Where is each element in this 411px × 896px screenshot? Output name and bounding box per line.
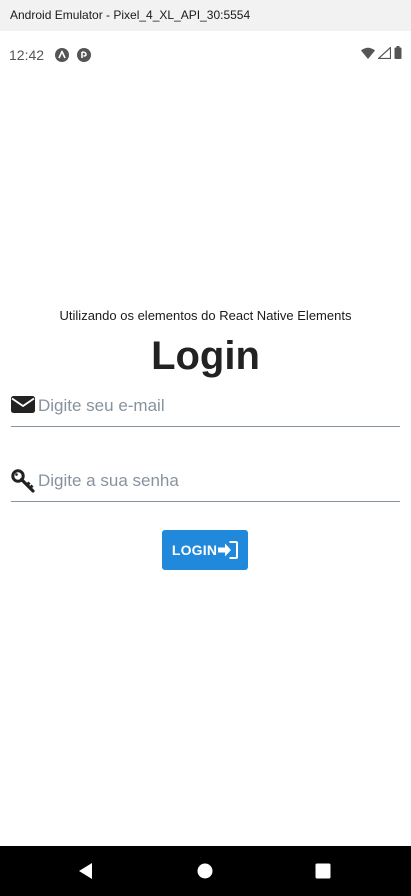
system-status-icons [361, 46, 402, 64]
back-button[interactable] [74, 859, 98, 883]
home-button[interactable] [193, 859, 217, 883]
status-bar: 12:42 [0, 31, 411, 79]
wifi-icon [361, 46, 375, 64]
login-screen: Utilizando os elementos do React Native … [0, 79, 411, 846]
recents-button[interactable] [311, 859, 335, 883]
envelope-icon [11, 394, 35, 418]
sign-in-icon [218, 541, 239, 559]
key-icon [11, 469, 35, 493]
cell-signal-icon [376, 46, 392, 64]
status-time: 12:42 [9, 47, 45, 63]
react-native-icon [55, 48, 69, 62]
password-field[interactable] [11, 465, 400, 502]
emulator-title: Android Emulator - Pixel_4_XL_API_30:555… [10, 8, 251, 22]
battery-icon [394, 46, 402, 64]
email-input[interactable] [38, 392, 398, 420]
subtitle: Utilizando os elementos do React Native … [59, 308, 352, 323]
android-nav-bar [0, 846, 411, 896]
emulator-title-bar: Android Emulator - Pixel_4_XL_API_30:555… [0, 0, 411, 31]
expo-go-icon [77, 48, 91, 62]
password-input[interactable] [38, 467, 398, 495]
page-title: Login [151, 334, 260, 378]
login-button-label: LOGIN [171, 542, 218, 558]
emulator-frame: Android Emulator - Pixel_4_XL_API_30:555… [0, 0, 411, 896]
email-field[interactable] [11, 390, 400, 427]
login-button[interactable]: LOGIN [162, 530, 248, 570]
